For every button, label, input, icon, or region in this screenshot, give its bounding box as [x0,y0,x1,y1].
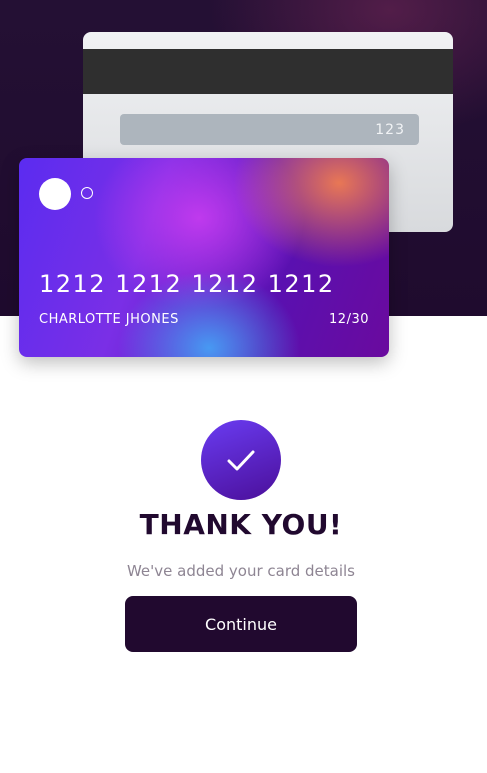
card-holder-name: CHARLOTTE JHONES [39,312,179,327]
card-logo-ring-icon [81,187,93,199]
magnetic-stripe [83,49,453,94]
card-logo-circle-icon [39,178,71,210]
continue-button[interactable]: Continue [125,596,357,652]
confirmation-message: We've added your card details [126,562,356,580]
page-title: THANK YOU! [139,508,343,541]
card-number: 1212 1212 1212 1212 [39,270,335,298]
signature-strip: 123 [120,114,419,145]
check-icon [201,420,281,500]
card-cvc: 123 [375,121,405,138]
card-expiry-date: 12/30 [329,312,369,327]
card-front: 1212 1212 1212 1212 CHARLOTTE JHONES 12/… [19,158,389,357]
